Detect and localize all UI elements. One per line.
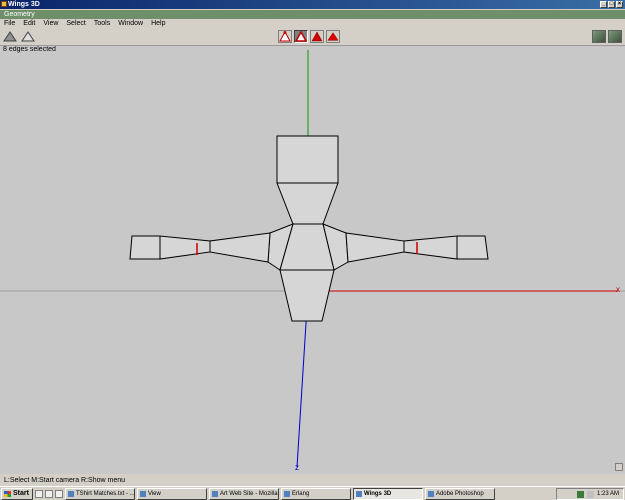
right-upper-arm-face[interactable]: [345, 232, 405, 263]
network-icon[interactable]: [576, 490, 584, 498]
resize-grip-icon[interactable]: [615, 463, 623, 471]
right-forearm-face[interactable]: [403, 235, 458, 260]
vertex-mode-icon: [279, 31, 291, 42]
head-face[interactable]: [276, 135, 339, 184]
menu-select[interactable]: Select: [66, 19, 90, 28]
app-icon: [1, 1, 7, 7]
neck-face[interactable]: [276, 182, 339, 225]
view-buttons: [3, 31, 35, 44]
menu-window[interactable]: Window: [118, 19, 148, 28]
system-tray: 1:23 AM: [556, 488, 624, 500]
edge-mode-button[interactable]: [294, 30, 308, 43]
clock: 1:23 AM: [596, 491, 619, 497]
wings3d-window: Wings 3D _ □ × Geometry File Edit View S…: [0, 0, 625, 500]
toolbar: [0, 28, 625, 46]
task-erlang[interactable]: Erlang: [280, 487, 351, 500]
ground-plane-icon[interactable]: [3, 31, 17, 44]
hip-face[interactable]: [279, 269, 335, 322]
title-bar: Wings 3D _ □ ×: [0, 0, 625, 9]
menu-edit[interactable]: Edit: [23, 19, 40, 28]
task-tshirt-matches[interactable]: TShirt Matches.txt - ...: [64, 487, 135, 500]
task-wings3d[interactable]: Wings 3D: [352, 487, 423, 500]
menu-view[interactable]: View: [43, 19, 63, 28]
right-hand-face[interactable]: [456, 235, 489, 260]
body-mode-button[interactable]: [326, 30, 340, 43]
wireframe-icon[interactable]: [21, 31, 35, 44]
menu-tools[interactable]: Tools: [94, 19, 115, 28]
geometry-label: Geometry: [4, 11, 35, 18]
close-button[interactable]: ×: [616, 1, 623, 8]
window-controls: _ □ ×: [600, 0, 623, 8]
left-upper-arm-face[interactable]: [209, 232, 271, 263]
menu-bar: File Edit View Select Tools Window Help: [0, 19, 625, 28]
camera-buttons: [592, 30, 622, 43]
z-axis-label: z: [295, 463, 299, 472]
status-text: L:Select M:Start camera R:Show menu: [4, 477, 125, 484]
left-forearm-face[interactable]: [159, 235, 211, 260]
scene-canvas[interactable]: x z: [0, 46, 625, 474]
minimize-button[interactable]: _: [600, 1, 607, 8]
task-view[interactable]: View: [136, 487, 207, 500]
x-axis-label: x: [616, 285, 620, 294]
task-photoshop[interactable]: Adobe Photoshop: [424, 487, 495, 500]
vertex-mode-button[interactable]: [278, 30, 292, 43]
camera-icon[interactable]: [608, 30, 622, 43]
face-mode-icon: [311, 31, 323, 42]
quicklaunch-browser-icon[interactable]: [44, 489, 53, 498]
face-mode-button[interactable]: [310, 30, 324, 43]
menu-file[interactable]: File: [4, 19, 20, 28]
volume-icon[interactable]: [586, 490, 594, 498]
menu-help[interactable]: Help: [151, 19, 170, 28]
geometry-bar: Geometry: [0, 10, 625, 19]
quicklaunch-explorer-icon[interactable]: [54, 489, 63, 498]
quicklaunch-desktop-icon[interactable]: [34, 489, 43, 498]
taskbar: Start TShirt Matches.txt - ... View Art …: [0, 486, 625, 500]
edge-mode-icon: [295, 31, 307, 42]
selection-mode-buttons: [278, 30, 340, 43]
3d-viewport[interactable]: 8 edges selected x z: [0, 46, 625, 474]
task-art-web-site[interactable]: Art Web Site - Mozilla: [208, 487, 279, 500]
start-button[interactable]: Start: [1, 487, 33, 500]
body-mode-icon: [327, 32, 339, 41]
perspective-icon[interactable]: [592, 30, 606, 43]
window-title: Wings 3D: [8, 1, 40, 8]
maximize-button[interactable]: □: [608, 1, 615, 8]
status-bar: L:Select M:Start camera R:Show menu: [0, 476, 625, 485]
mesh-model[interactable]: [129, 135, 489, 322]
left-hand-face[interactable]: [129, 235, 161, 260]
